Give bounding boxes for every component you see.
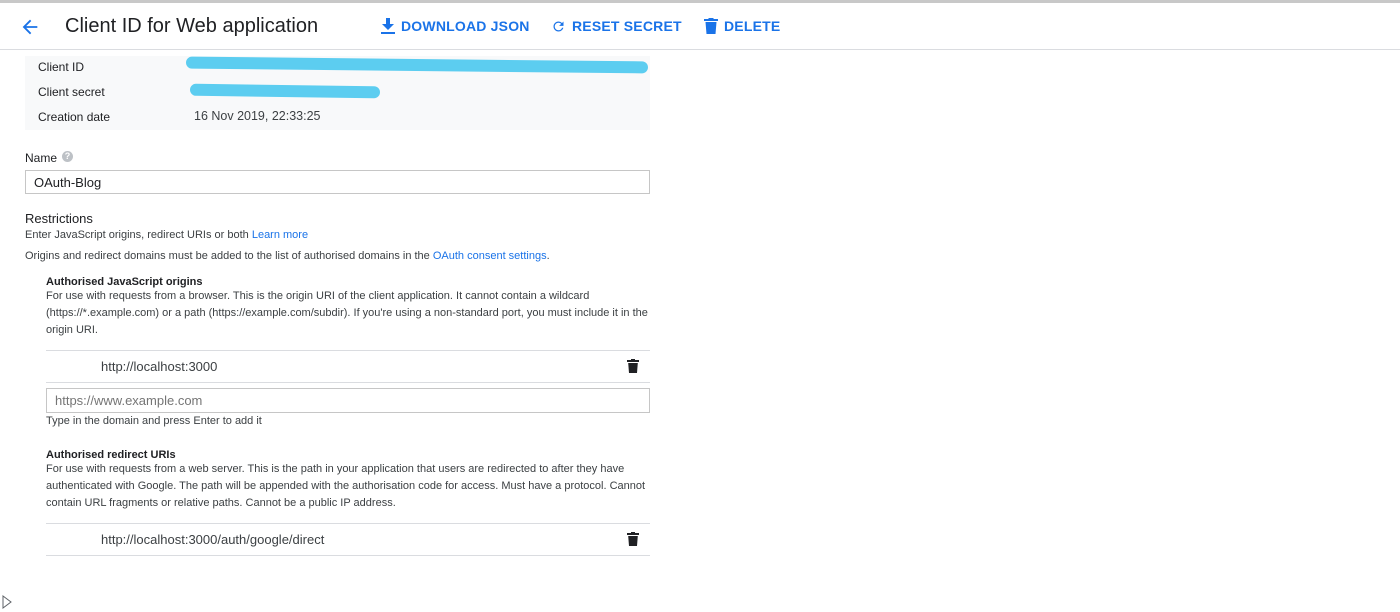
oauth-consent-settings-link[interactable]: OAuth consent settings: [433, 250, 547, 262]
redirect-uris-title: Authorised redirect URIs: [46, 449, 176, 461]
creation-date-row: Creation date 16 Nov 2019, 22:33:25: [25, 106, 650, 130]
creation-date-value: 16 Nov 2019, 22:33:25: [194, 109, 321, 123]
redirect-uri-row: http://localhost:3000/auth/google/direct: [46, 523, 650, 556]
redirect-uri-value: http://localhost:3000/auth/google/direct: [101, 532, 325, 547]
arrow-left-icon[interactable]: [18, 16, 42, 38]
download-json-label: DOWNLOAD JSON: [401, 18, 530, 34]
download-icon: [381, 18, 395, 34]
page-title: Client ID for Web application: [65, 15, 319, 37]
restrictions-intro-text: Enter JavaScript origins, redirect URIs …: [25, 229, 249, 241]
js-origin-value: http://localhost:3000: [101, 359, 218, 374]
reset-secret-label: RESET SECRET: [572, 18, 682, 34]
download-json-button[interactable]: DOWNLOAD JSON: [381, 18, 530, 34]
trash-icon: [704, 18, 718, 34]
restrictions-note-end: .: [546, 250, 550, 262]
restrictions-note-text: Origins and redirect domains must be add…: [25, 250, 430, 262]
js-origin-input[interactable]: [46, 388, 650, 413]
js-origins-title: Authorised JavaScript origins: [46, 276, 203, 288]
js-origin-hint: Type in the domain and press Enter to ad…: [46, 415, 262, 427]
play-triangle-icon: [2, 595, 12, 609]
name-input[interactable]: [25, 170, 650, 194]
restrictions-title: Restrictions: [25, 211, 93, 226]
refresh-icon: [553, 21, 564, 31]
restrictions-note: Origins and redirect domains must be add…: [25, 250, 550, 262]
restrictions-intro: Enter JavaScript origins, redirect URIs …: [25, 229, 308, 241]
client-secret-label: Client secret: [38, 85, 105, 99]
name-label: Name: [25, 151, 58, 165]
client-id-label: Client ID: [38, 60, 85, 74]
delete-label: DELETE: [724, 18, 781, 34]
creation-date-label: Creation date: [38, 110, 111, 124]
trash-icon[interactable]: [627, 532, 639, 546]
js-origins-description: For use with requests from a browser. Th…: [46, 290, 648, 336]
help-circle-icon[interactable]: ?: [62, 151, 73, 162]
page-header: Client ID for Web application DOWNLOAD J…: [0, 3, 1400, 50]
learn-more-link[interactable]: Learn more: [252, 229, 308, 241]
redirect-uris-description: For use with requests from a web server.…: [46, 463, 646, 509]
delete-button[interactable]: DELETE: [704, 18, 780, 34]
js-origin-row: http://localhost:3000: [46, 350, 650, 383]
reset-secret-button[interactable]: RESET SECRET: [551, 18, 682, 34]
trash-icon[interactable]: [627, 359, 639, 373]
